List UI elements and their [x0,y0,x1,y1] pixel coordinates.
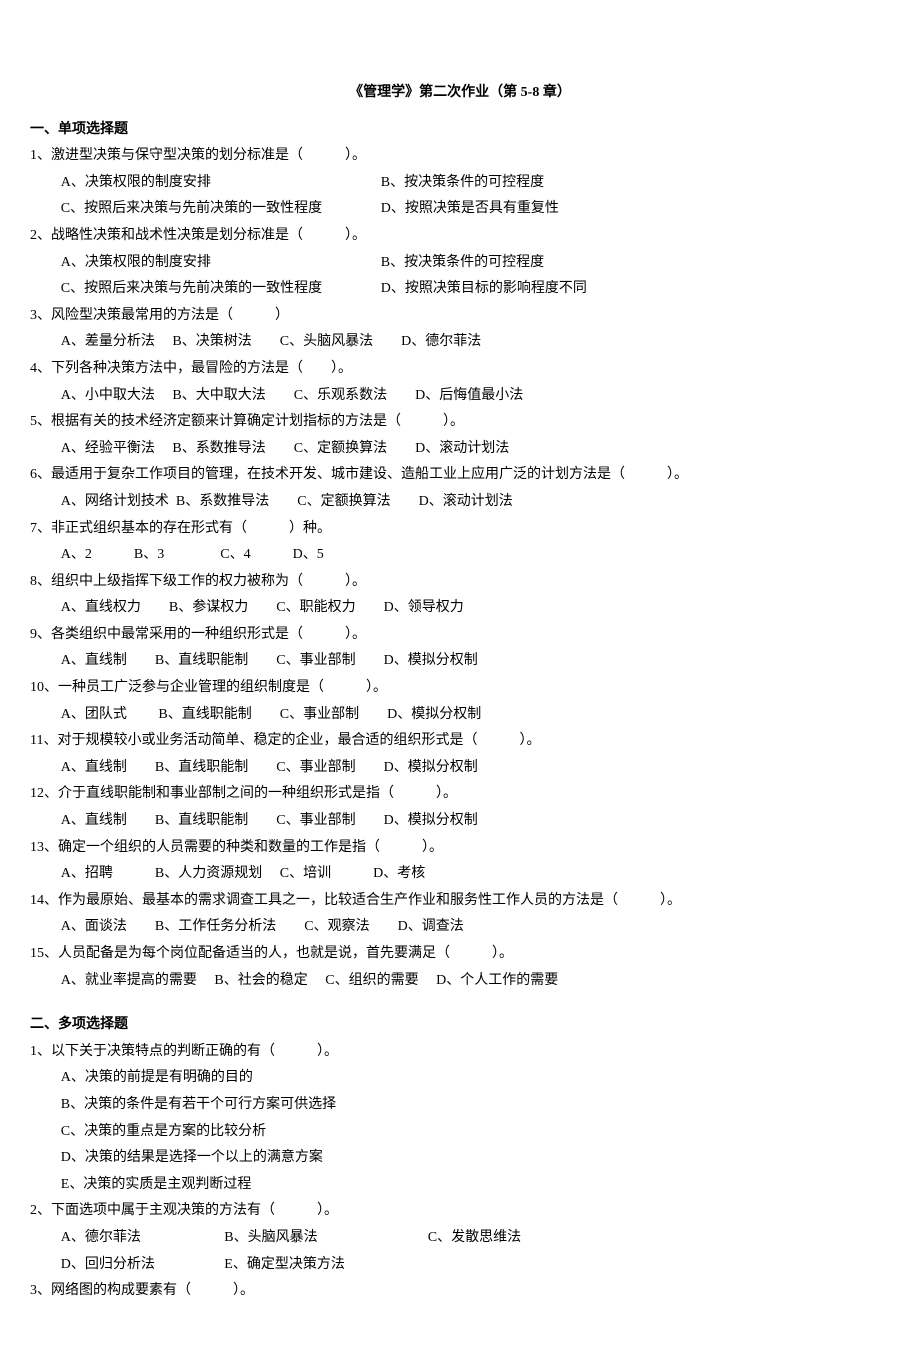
q13-stem: 13、确定一个组织的人员需要的种类和数量的工作是指（ ）。 [30,835,890,862]
q9-stem: 9、各类组织中最常采用的一种组织形式是（ ）。 [30,622,890,649]
q13-opts: A、招聘 B、人力资源规划 C、培训 D、考核 [30,861,890,888]
q2-opt-a: A、决策权限的制度安排 [61,250,381,277]
q15-stem: 15、人员配备是为每个岗位配备适当的人，也就是说，首先要满足（ ）。 [30,941,890,968]
q8-stem: 8、组织中上级指挥下级工作的权力被称为（ ）。 [30,569,890,596]
section1-heading: 一、单项选择题 [30,117,890,144]
q3-stem: 3、风险型决策最常用的方法是（ ） [30,303,890,330]
q2-stem: 2、战略性决策和战术性决策是划分标准是（ ）。 [30,223,890,250]
mq1-opt-b: B、决策的条件是有若干个可行方案可供选择 [30,1092,890,1119]
q3-opts: A、差量分析法 B、决策树法 C、头脑风暴法 D、德尔菲法 [30,329,890,356]
mq1-stem: 1、以下关于决策特点的判断正确的有（ ）。 [30,1039,890,1066]
section2-heading: 二、多项选择题 [30,1012,890,1039]
q10-opts: A、团队式 B、直线职能制 C、事业部制 D、模拟分权制 [30,702,890,729]
q9-opts: A、直线制 B、直线职能制 C、事业部制 D、模拟分权制 [30,648,890,675]
q12-stem: 12、介于直线职能制和事业部制之间的一种组织形式是指（ ）。 [30,781,890,808]
q1-opt-a: A、决策权限的制度安排 [61,170,381,197]
mq2-opt-b: B、头脑风暴法 [224,1225,424,1252]
q1-opt-b: B、按决策条件的可控程度 [381,170,544,197]
mq1-opt-e: E、决策的实质是主观判断过程 [30,1172,890,1199]
mq2-opt-d: D、回归分析法 [61,1252,221,1279]
q7-stem: 7、非正式组织基本的存在形式有（ ）种。 [30,516,890,543]
mq1-opt-d: D、决策的结果是选择一个以上的满意方案 [30,1145,890,1172]
mq2-line1: A、德尔菲法 B、头脑风暴法 C、发散思维法 [30,1225,890,1252]
q1-opts-row2: C、按照后来决策与先前决策的一致性程度 D、按照决策是否具有重复性 [30,196,890,223]
q7-opts: A、2 B、3 C、4 D、5 [30,542,890,569]
q1-opt-d: D、按照决策是否具有重复性 [381,196,559,223]
q14-stem: 14、作为最原始、最基本的需求调查工具之一，比较适合生产作业和服务性工作人员的方… [30,888,890,915]
q5-stem: 5、根据有关的技术经济定额来计算确定计划指标的方法是（ ）。 [30,409,890,436]
q8-opts: A、直线权力 B、参谋权力 C、职能权力 D、领导权力 [30,595,890,622]
q2-opts-row1: A、决策权限的制度安排 B、按决策条件的可控程度 [30,250,890,277]
q14-opts: A、面谈法 B、工作任务分析法 C、观察法 D、调查法 [30,914,890,941]
mq1-opt-a: A、决策的前提是有明确的目的 [30,1065,890,1092]
q2-opt-d: D、按照决策目标的影响程度不同 [381,276,587,303]
q2-opt-b: B、按决策条件的可控程度 [381,250,544,277]
mq1-opt-c: C、决策的重点是方案的比较分析 [30,1119,890,1146]
q12-opts: A、直线制 B、直线职能制 C、事业部制 D、模拟分权制 [30,808,890,835]
page-title: 《管理学》第二次作业（第 5-8 章） [30,80,890,107]
q4-opts: A、小中取大法 B、大中取大法 C、乐观系数法 D、后悔值最小法 [30,383,890,410]
mq3-stem: 3、网络图的构成要素有（ ）。 [30,1278,890,1305]
q11-stem: 11、对于规模较小或业务活动简单、稳定的企业，最合适的组织形式是（ ）。 [30,728,890,755]
q1-opt-c: C、按照后来决策与先前决策的一致性程度 [61,196,381,223]
q5-opts: A、经验平衡法 B、系数推导法 C、定额换算法 D、滚动计划法 [30,436,890,463]
q2-opt-c: C、按照后来决策与先前决策的一致性程度 [61,276,381,303]
q1-stem: 1、激进型决策与保守型决策的划分标准是（ ）。 [30,143,890,170]
q2-opts-row2: C、按照后来决策与先前决策的一致性程度 D、按照决策目标的影响程度不同 [30,276,890,303]
q6-stem: 6、最适用于复杂工作项目的管理，在技术开发、城市建设、造船工业上应用广泛的计划方… [30,462,890,489]
q1-opts-row1: A、决策权限的制度安排 B、按决策条件的可控程度 [30,170,890,197]
mq2-opt-a: A、德尔菲法 [61,1225,221,1252]
mq2-stem: 2、下面选项中属于主观决策的方法有（ ）。 [30,1198,890,1225]
q10-stem: 10、一种员工广泛参与企业管理的组织制度是（ ）。 [30,675,890,702]
mq2-opt-c: C、发散思维法 [428,1230,521,1245]
q6-opts: A、网络计划技术 B、系数推导法 C、定额换算法 D、滚动计划法 [30,489,890,516]
q4-stem: 4、下列各种决策方法中，最冒险的方法是（ ）。 [30,356,890,383]
q15-opts: A、就业率提高的需要 B、社会的稳定 C、组织的需要 D、个人工作的需要 [30,968,890,995]
mq2-line2: D、回归分析法 E、确定型决策方法 [30,1252,890,1279]
mq2-opt-e: E、确定型决策方法 [224,1257,345,1272]
q11-opts: A、直线制 B、直线职能制 C、事业部制 D、模拟分权制 [30,755,890,782]
